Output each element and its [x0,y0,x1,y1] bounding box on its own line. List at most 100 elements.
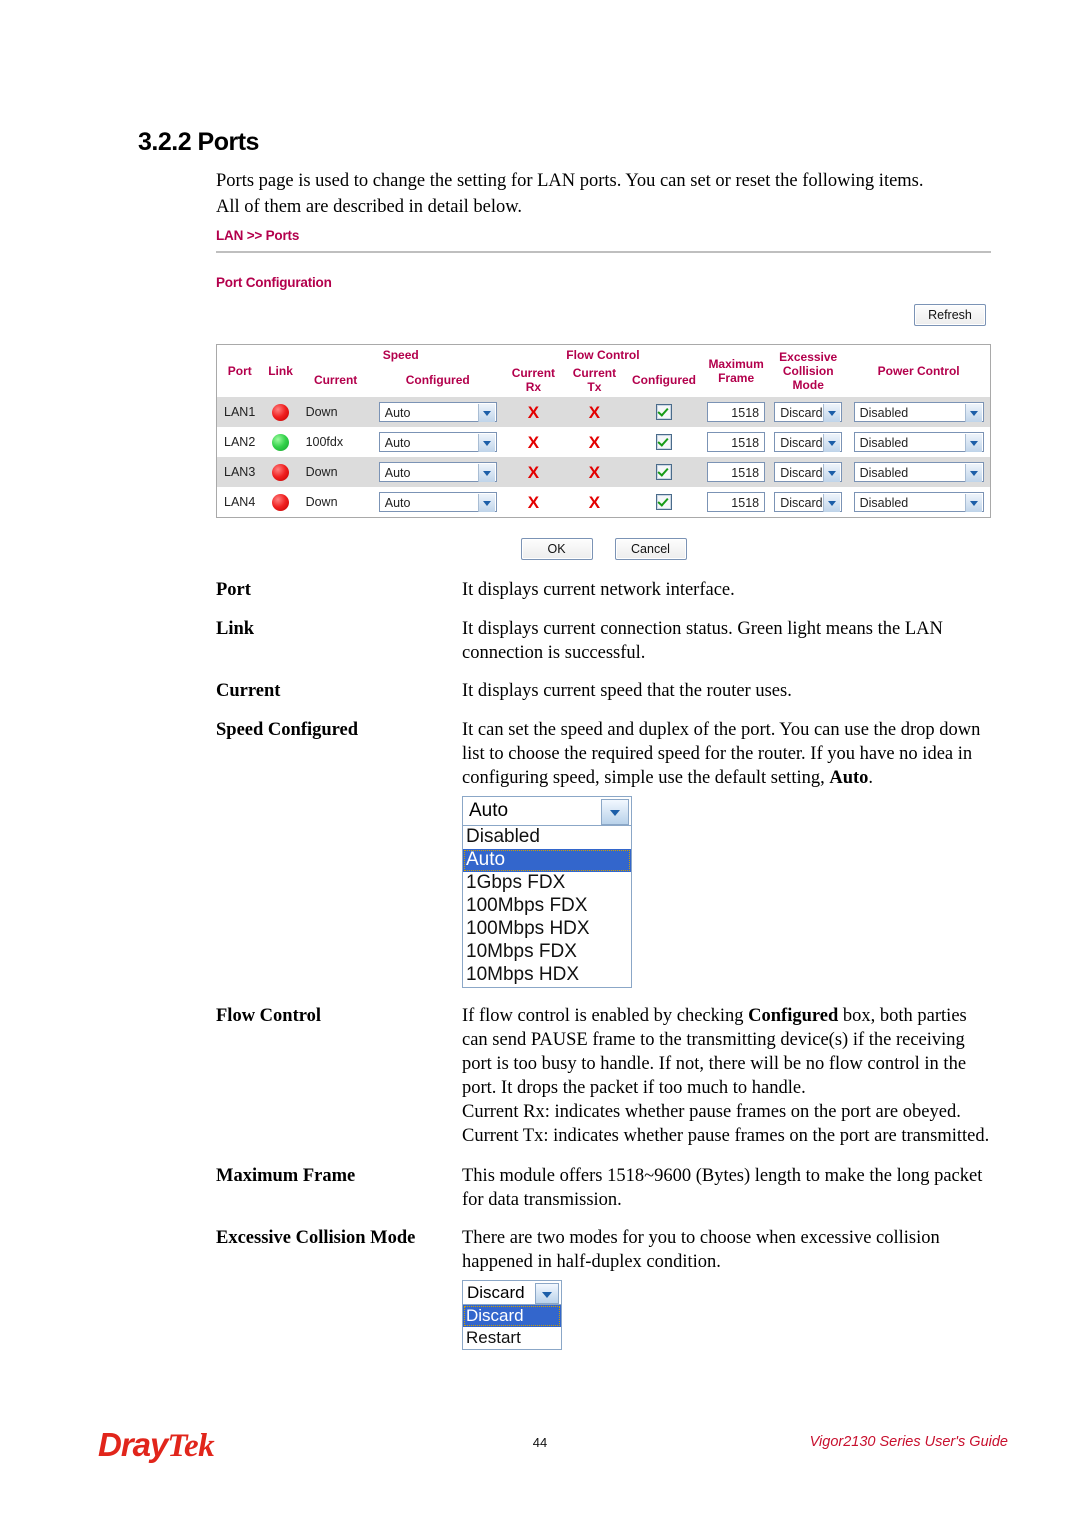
cell-speed-configured: Auto [372,487,503,518]
cell-fc-configured [624,427,704,457]
dropdown-option[interactable]: 10Mbps HDX [463,964,631,987]
power-control-select[interactable]: Disabled [853,492,984,512]
cell-speed-configured: Auto [372,397,503,427]
maximum-frame-input[interactable]: 1518 [707,432,766,452]
excessive-collision-mode-select[interactable]: Discard [774,462,843,482]
header-speed-configured: Configured [372,363,503,397]
table-row: LAN1 Down Auto X X 1518 Discard Disabled [216,397,991,427]
cell-fc-configured [624,487,704,518]
definition-description: If flow control is enabled by checking C… [462,1004,991,1148]
x-icon: X [588,432,601,452]
cell-port: LAN4 [216,487,263,518]
cell-maximum-frame: 1518 [703,487,770,518]
cell-excessive-collision-mode: Discard [769,397,848,427]
dropdown-option[interactable]: 1Gbps FDX [463,872,631,895]
collision-dropdown-options: Discard Restart [462,1305,562,1350]
definition-description: It displays current network interface. [462,580,735,600]
desc-line-current-tx: Current Tx: indicates whether pause fram… [462,1126,990,1146]
collision-dropdown-closed[interactable]: Discard [462,1280,562,1305]
flow-control-checkbox[interactable] [656,434,673,450]
cell-fc-current-rx: X [502,397,564,427]
power-control-select[interactable]: Disabled [853,402,984,422]
maximum-frame-input[interactable]: 1518 [707,402,766,422]
excessive-collision-mode-select[interactable]: Discard [774,402,843,422]
power-control-select[interactable]: Disabled [853,432,984,452]
speed-dropdown-closed[interactable]: Auto [462,796,632,826]
speed-configured-select[interactable]: Auto [378,462,497,482]
power-control-value: Disabled [859,496,909,510]
excessive-collision-mode-select[interactable]: Discard [774,492,843,512]
desc-emphasis: Configured [748,1006,839,1026]
link-led-icon [272,403,290,421]
cell-fc-current-rx: X [502,457,564,487]
header-maximum-frame: Maximum Frame [703,344,770,397]
excessive-collision-mode-select[interactable]: Discard [774,432,843,452]
chevron-down-icon [601,799,629,825]
power-control-value: Disabled [859,406,909,420]
dropdown-option-selected[interactable]: Auto [463,849,631,872]
cell-link [262,427,299,457]
definition-term: Maximum Frame [216,1166,356,1186]
router-ui-panel: LAN >> Ports Port Configuration Refresh … [216,228,991,560]
cell-fc-current-tx: X [563,427,625,457]
speed-configured-select[interactable]: Auto [378,402,497,422]
cancel-button[interactable]: Cancel [614,538,687,560]
definition-description: There are two modes for you to choose wh… [462,1226,991,1350]
cell-port: LAN1 [216,397,263,427]
cell-speed-current: Down [298,457,373,487]
cell-link [262,457,299,487]
definition-item-current: Current It displays current speed that t… [216,679,991,704]
header-fc-current-rx: Current Rx [502,363,564,397]
cell-maximum-frame: 1518 [703,397,770,427]
header-link: Link [262,344,299,397]
speed-dropdown-options: Disabled Auto 1Gbps FDX 100Mbps FDX 100M… [462,826,632,988]
cell-power-control: Disabled [847,457,991,487]
page-footer: DrayTek 44 Vigor2130 Series User's Guide [0,1425,1080,1485]
header-power-control: Power Control [847,344,991,397]
cell-speed-configured: Auto [372,457,503,487]
chevron-down-icon [823,464,841,482]
ok-button[interactable]: OK [520,538,593,560]
chevron-down-icon [964,494,982,512]
chevron-down-icon [964,464,982,482]
definition-description: It can set the speed and duplex of the p… [462,718,991,988]
link-led-icon [272,493,290,511]
definition-item-port: Port It displays current network interfa… [216,578,991,603]
maximum-frame-input[interactable]: 1518 [707,492,766,512]
breadcrumb-divider [216,251,991,253]
chevron-down-icon [823,494,841,512]
dropdown-option-selected[interactable]: Discard [463,1305,561,1327]
speed-configured-select[interactable]: Auto [378,432,497,452]
panel-subtitle: Port Configuration [216,275,332,290]
flow-control-checkbox[interactable] [656,464,673,480]
speed-configured-select[interactable]: Auto [378,492,497,512]
cell-excessive-collision-mode: Discard [769,457,848,487]
table-group-header-row: Port Link Speed Flow Control Maximum Fra… [216,344,991,397]
cell-excessive-collision-mode: Discard [769,427,848,457]
chevron-down-icon [477,404,495,422]
cell-fc-configured [624,397,704,427]
definition-term: Flow Control [216,1006,322,1026]
cell-maximum-frame: 1518 [703,457,770,487]
cell-port: LAN3 [216,457,263,487]
maximum-frame-input[interactable]: 1518 [707,462,766,482]
speed-configured-value: Auto [384,496,411,510]
definition-item-speed-configured: Speed Configured It can set the speed an… [216,718,991,988]
cell-link [262,487,299,518]
definition-term: Link [216,619,255,639]
dropdown-option[interactable]: 100Mbps FDX [463,895,631,918]
dropdown-option[interactable]: Restart [463,1327,561,1349]
x-icon: X [527,402,540,422]
desc-line-current-rx: Current Rx: indicates whether pause fram… [462,1102,961,1122]
dropdown-option[interactable]: 100Mbps HDX [463,918,631,941]
refresh-button[interactable]: Refresh [914,304,986,326]
cell-power-control: Disabled [847,427,991,457]
flow-control-checkbox[interactable] [656,494,673,510]
speed-dropdown-illustration: Auto Disabled Auto 1Gbps FDX 100Mbps FDX… [462,796,632,988]
power-control-select[interactable]: Disabled [853,462,984,482]
dropdown-option[interactable]: Disabled [463,826,631,849]
chevron-down-icon [477,464,495,482]
dropdown-option[interactable]: 10Mbps FDX [463,941,631,964]
definition-description: This module offers 1518~9600 (Bytes) len… [462,1166,983,1210]
flow-control-checkbox[interactable] [656,404,673,420]
